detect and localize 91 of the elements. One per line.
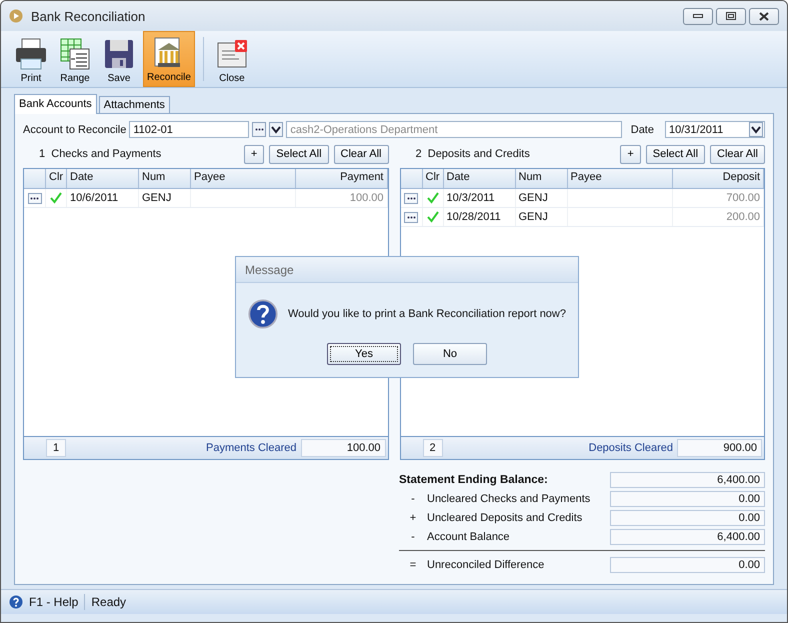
column-header: Payee: [568, 169, 672, 188]
table-cell: 10/6/2011: [67, 189, 139, 207]
check-icon[interactable]: [50, 192, 62, 204]
amount-field: 6,400.00: [610, 472, 765, 488]
table-cell: 200.00: [672, 208, 764, 226]
amount-field: 0.00: [610, 491, 765, 507]
table-cell: 100.00: [296, 189, 388, 207]
printer-icon: [14, 37, 48, 71]
section-title: 2 Deposits and Credits: [414, 148, 531, 160]
maximize-icon: [726, 12, 736, 20]
cleared-label: Payments Cleared: [205, 442, 296, 454]
details-button[interactable]: [404, 192, 418, 204]
table-cell: 700.00: [672, 189, 764, 207]
section-title: 1 Checks and Payments: [38, 148, 162, 160]
dialog-title: Message: [236, 257, 578, 283]
cleared-count: 1: [46, 439, 66, 457]
spreadsheet-icon: [58, 37, 92, 71]
clear-all-button[interactable]: Clear All: [334, 144, 388, 164]
summary-label: Uncleared Checks and Payments: [427, 493, 592, 505]
account-label: Account to Reconcile: [23, 124, 126, 136]
minimize-button[interactable]: [683, 8, 713, 24]
account-description-field[interactable]: cash2-Operations Department: [286, 121, 622, 138]
browse-button[interactable]: [252, 122, 266, 137]
ellipsis-icon: [406, 196, 416, 200]
dialog-button[interactable]: Yes: [327, 343, 401, 365]
dialog-button[interactable]: No: [413, 343, 487, 365]
check-icon[interactable]: [426, 192, 438, 204]
window-title: Bank Reconciliation: [31, 8, 146, 24]
select-all-button[interactable]: Select All: [646, 144, 706, 164]
app-icon: [9, 9, 23, 23]
table-cell: 10/3/2011: [444, 189, 516, 207]
date-field[interactable]: 10/31/2011: [665, 121, 765, 138]
caret-icon: [751, 126, 761, 134]
ellipsis-icon: [30, 196, 39, 200]
table-cell: 10/28/2011: [444, 208, 516, 226]
column-header: Deposit: [672, 169, 764, 188]
sign: -: [410, 531, 416, 543]
amount-field: 6,400.00: [610, 529, 765, 545]
amount-field: 0.00: [610, 557, 765, 573]
check-icon[interactable]: [426, 211, 438, 223]
summary-label: Account Balance: [427, 531, 511, 543]
column-header: Payment: [296, 169, 388, 188]
ellipsis-icon: [254, 128, 264, 131]
minimize-icon: [693, 14, 703, 18]
summary-label: Unreconciled Difference: [427, 559, 546, 571]
cleared-total: 100.00: [300, 439, 386, 457]
column-header: Payee: [191, 169, 296, 188]
toolbar-button[interactable]: Range: [55, 31, 95, 87]
toolbar-button[interactable]: Save: [99, 31, 139, 87]
table-cell: GENJ: [516, 208, 568, 226]
tab[interactable]: Attachments: [98, 96, 170, 113]
date-label: Date: [630, 124, 654, 136]
summary-heading: Statement Ending Balance:: [399, 474, 549, 486]
add-button[interactable]: +: [620, 144, 641, 164]
toolbar-button[interactable]: Close: [212, 31, 252, 87]
add-button[interactable]: +: [244, 144, 264, 164]
column-header: Clr: [46, 169, 67, 188]
details-button[interactable]: [28, 192, 42, 204]
table-cell: GENJ: [516, 189, 568, 207]
sign: +: [408, 512, 418, 524]
column-header: Num: [139, 169, 191, 188]
details-button[interactable]: [404, 212, 418, 222]
clear-all-button[interactable]: Clear All: [710, 144, 765, 164]
help-icon[interactable]: [9, 595, 23, 609]
dropdown-button[interactable]: [269, 122, 284, 137]
column-header: Date: [444, 169, 516, 188]
column-header: Clr: [422, 169, 444, 188]
question-icon: [248, 297, 278, 331]
maximize-button[interactable]: [716, 8, 746, 24]
account-field[interactable]: 1102-01: [129, 121, 250, 138]
cleared-label: Deposits Cleared: [588, 442, 673, 454]
toolbar-button[interactable]: Reconcile: [143, 31, 195, 87]
toolbar-button[interactable]: Print: [11, 31, 51, 87]
table-cell: GENJ: [139, 189, 191, 207]
caret-icon: [271, 126, 282, 134]
sign: =: [408, 559, 418, 571]
summary-label: Uncleared Deposits and Credits: [427, 512, 584, 524]
ellipsis-icon: [406, 216, 416, 218]
select-all-button[interactable]: Select All: [269, 144, 329, 164]
column-header: Num: [516, 169, 568, 188]
cleared-total: 900.00: [677, 439, 762, 457]
cleared-count: 2: [422, 439, 442, 457]
help-hint: F1 - Help: [29, 595, 78, 609]
column-header: Date: [67, 169, 139, 188]
status-text: Ready: [91, 595, 126, 609]
amount-field: 0.00: [610, 510, 765, 526]
close-icon: [759, 12, 769, 20]
sign: -: [410, 493, 416, 505]
tab[interactable]: Bank Accounts: [14, 94, 97, 114]
dialog-message: Would you like to print a Bank Reconciliation report now?: [288, 308, 566, 320]
close-button[interactable]: [749, 8, 779, 24]
